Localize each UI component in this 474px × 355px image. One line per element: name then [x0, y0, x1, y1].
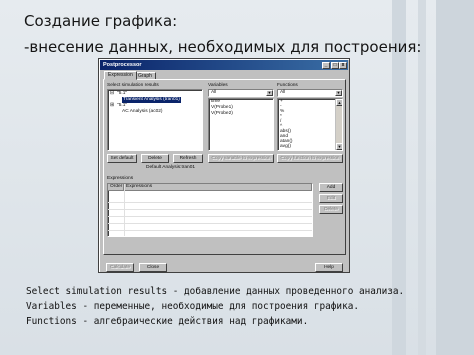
copy-variable-button[interactable]: Copy variable to expression	[208, 154, 274, 163]
copy-function-button[interactable]: Copy function to expression	[277, 154, 343, 163]
column-header-order[interactable]: Order	[108, 184, 124, 191]
sim-results-tree[interactable]: ⊟ "5.1" Transient Analysis (tran01) ⊞ "5…	[107, 89, 203, 151]
chevron-down-icon[interactable]: ▼	[335, 90, 342, 96]
functions-filter-value: All	[280, 90, 286, 95]
scroll-up-icon[interactable]: ▲	[336, 99, 342, 106]
functions-filter-select[interactable]: All ▼	[277, 89, 343, 97]
delete-button[interactable]: Delete	[141, 154, 169, 163]
slide-heading: Создание графика:	[24, 12, 178, 30]
variables-list[interactable]: time V(Probe1) V(Probe2)	[208, 98, 274, 151]
expressions-table[interactable]: Order Expressions	[107, 183, 313, 237]
tree-node-toggle-icon[interactable]: ⊞	[110, 103, 114, 109]
functions-label: Functions	[277, 83, 298, 88]
functions-scrollbar[interactable]: ▲ ▼	[335, 99, 342, 150]
functions-list[interactable]: + - % * / ^ abs() and atan() avg() ▲ ▼	[277, 98, 343, 151]
column-header-expressions[interactable]: Expressions	[124, 184, 312, 191]
variables-filter-value: All	[211, 90, 217, 95]
calculate-button[interactable]: Calculate	[106, 263, 134, 272]
set-default-button[interactable]: Set default	[107, 154, 137, 163]
help-button[interactable]: Help	[315, 263, 343, 272]
table-row	[108, 204, 312, 210]
table-row	[108, 211, 312, 217]
list-item[interactable]: V(Probe2)	[209, 111, 273, 117]
caption-line: Functions - алгебраические действия над …	[26, 316, 309, 327]
postprocessor-window: Postprocessor _ □ x Expression Graph Sel…	[98, 58, 350, 273]
tree-node-ac-analysis[interactable]: AC Analysis (ac02)	[122, 109, 163, 115]
slide-subheading: -внесение данных, необходимых для постро…	[24, 38, 422, 56]
tree-node-toggle-icon[interactable]: ⊟	[110, 91, 114, 97]
caption-line: Select simulation results - добавление д…	[26, 286, 405, 297]
variables-filter-select[interactable]: All ▼	[208, 89, 274, 97]
refresh-button[interactable]: Refresh	[173, 154, 203, 163]
window-title-bar: Postprocessor _ □ x	[100, 60, 348, 70]
scroll-down-icon[interactable]: ▼	[336, 143, 342, 150]
close-button[interactable]: Close	[139, 263, 167, 272]
chevron-down-icon[interactable]: ▼	[266, 90, 273, 96]
default-analysis-text: Default Analysis:tran01	[146, 165, 196, 170]
variables-label: Variables	[208, 83, 228, 88]
expressions-label: Expressions	[107, 176, 134, 181]
tab-expression[interactable]: Expression	[104, 71, 137, 80]
maximize-icon[interactable]: □	[331, 62, 339, 69]
close-icon[interactable]: x	[339, 62, 347, 69]
table-row	[108, 218, 312, 224]
caption-line: Variables - переменные, необходимые для …	[26, 301, 360, 312]
expression-panel: Select simulation results ⊟ "5.1" Transi…	[103, 79, 346, 255]
minimize-icon[interactable]: _	[322, 62, 330, 69]
tree-node-transient-analysis[interactable]: Transient Analysis (tran01)	[122, 97, 181, 103]
edit-button[interactable]: Edit	[319, 194, 343, 203]
table-row	[108, 225, 312, 231]
list-item[interactable]: avg()	[278, 144, 342, 149]
add-button[interactable]: Add	[319, 183, 343, 192]
window-title: Postprocessor	[103, 62, 142, 68]
sim-results-label: Select simulation results	[107, 83, 159, 88]
decorative-stripe	[436, 0, 474, 355]
table-row	[108, 197, 312, 203]
delete-expression-button[interactable]: Delete	[319, 205, 343, 214]
